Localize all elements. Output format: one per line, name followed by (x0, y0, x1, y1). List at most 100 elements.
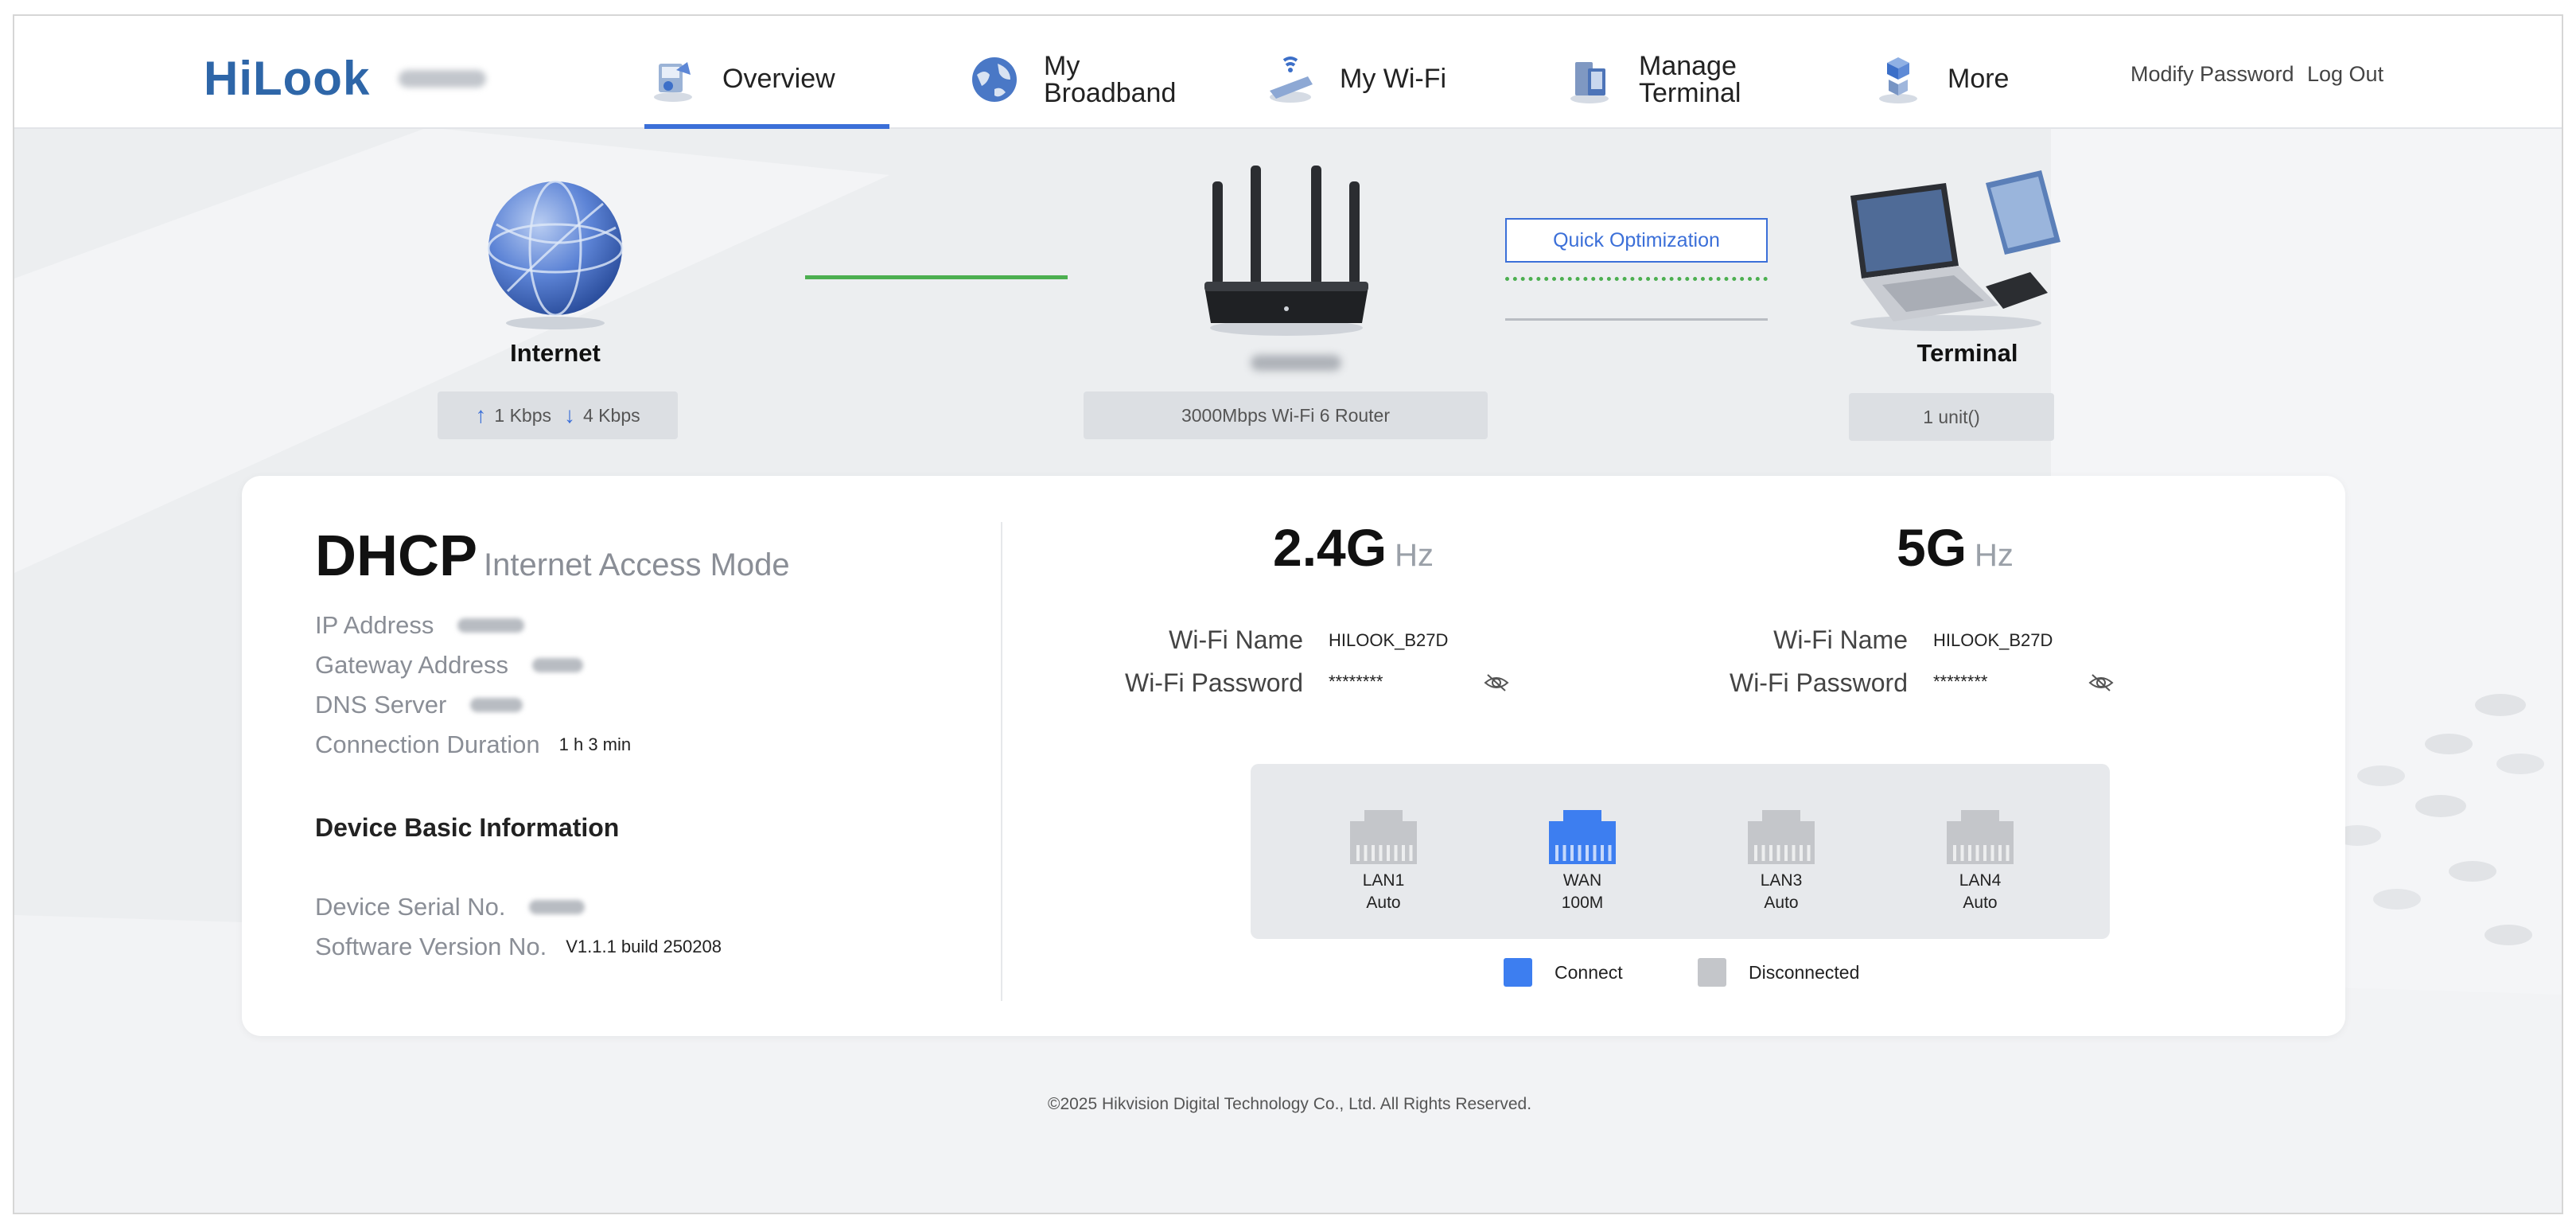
copyright-footer: ©2025 Hikvision Digital Technology Co., … (1047, 1095, 1532, 1113)
software-row: Software Version No. V1.1.1 build 250208 (315, 933, 722, 961)
download-speed: 4 Kbps (583, 404, 640, 426)
legend-disconnected-label: Disconnected (1749, 961, 1860, 983)
gateway-label: Gateway Address (315, 651, 508, 679)
connection-duration-value: 1 h 3 min (558, 734, 632, 754)
upload-speed: 1 Kbps (494, 404, 551, 426)
upload-arrow-icon: ↑ (475, 403, 487, 427)
ip-address-row: IP Address (315, 611, 525, 640)
wifi-5g-name-label: Wi-Fi Name (1773, 625, 1908, 654)
terminal-count-pill[interactable]: 1 unit() (1849, 393, 2054, 441)
wifi-router-icon (1270, 56, 1313, 103)
show-password-5g-eye-icon[interactable] (2088, 672, 2115, 694)
port-lan4: LAN4 Auto (1936, 804, 2024, 912)
connect-swatch (1504, 958, 1532, 987)
internet-router-link-line (805, 275, 1068, 279)
card-divider (1001, 522, 1002, 1001)
wan-port-name: WAN (1562, 871, 1602, 890)
port-wan: WAN 100M (1539, 804, 1626, 912)
band-5g-unit: Hz (1975, 538, 2014, 573)
device-info-title: Device Basic Information (315, 813, 620, 842)
dns-value-blurred (470, 698, 523, 712)
dns-label: DNS Server (315, 691, 447, 719)
nav-my-broadband-label: My Broadband (1044, 51, 1177, 108)
download-arrow-icon: ↓ (564, 403, 575, 427)
internet-access-mode-title: DHCP Internet Access Mode (315, 524, 790, 589)
nav-my-wifi-label: My Wi-Fi (1340, 64, 1447, 94)
nav-manage-terminal[interactable]: Manage Terminal (1561, 37, 1784, 129)
lan3-port-speed: Auto (1764, 894, 1799, 912)
wifi-24g-password-value: ******** (1329, 672, 1383, 691)
lan4-port-speed: Auto (1963, 894, 1998, 912)
wifi-24g-password-label: Wi-Fi Password (1124, 668, 1303, 697)
log-out-link[interactable]: Log Out (2307, 62, 2383, 87)
serial-value-blurred (529, 900, 586, 914)
quick-optimization-button[interactable]: Quick Optimization (1505, 218, 1768, 263)
wireless-link-dotted-line (1505, 277, 1768, 281)
logo-text: HiLook (204, 52, 371, 105)
wifi-5g-password-label: Wi-Fi Password (1729, 668, 1908, 697)
internet-speed-pill: ↑ 1 Kbps ↓ 4 Kbps (438, 391, 678, 439)
overview-info-card: DHCP Internet Access Mode IP Address Gat… (242, 476, 2345, 1036)
nav-more[interactable]: More (1870, 37, 2060, 129)
lan1-port-speed: Auto (1366, 894, 1401, 912)
lan3-port-name: LAN3 (1760, 871, 1803, 890)
access-mode-value: DHCP (315, 524, 478, 588)
dns-row: DNS Server (315, 691, 523, 719)
wifi-24g-name-value: HILOOK_B27D (1329, 630, 1449, 650)
band-24g-label: 2.4G (1273, 518, 1387, 577)
show-password-24g-eye-icon[interactable] (1483, 672, 1510, 694)
port-lan1: LAN1 Auto (1340, 804, 1427, 912)
disconnected-swatch (1698, 958, 1726, 987)
hilook-logo: HiLook (204, 51, 487, 106)
legend-connect: Connect (1504, 958, 1623, 987)
ip-address-label: IP Address (315, 611, 434, 639)
modify-password-link[interactable]: Modify Password (2130, 62, 2294, 87)
gateway-value-blurred (531, 658, 583, 672)
nav-overview-label: Overview (722, 64, 835, 94)
access-mode-caption: Internet Access Mode (484, 547, 790, 582)
gateway-row: Gateway Address (315, 651, 583, 680)
internet-globe-icon (487, 180, 624, 329)
terminal-devices-icon (1570, 62, 1609, 103)
band-24g-unit: Hz (1395, 538, 1434, 573)
ip-address-value-blurred (457, 618, 525, 633)
router-model-blurred (1251, 355, 1341, 371)
wifi-5g-name-value: HILOOK_B27D (1933, 630, 2053, 650)
internet-label: Internet (510, 339, 601, 367)
router-desc-pill: 3000Mbps Wi-Fi 6 Router (1084, 391, 1488, 439)
lan4-port-name: LAN4 (1959, 871, 2002, 890)
legend-disconnected: Disconnected (1698, 958, 1859, 987)
overview-icon (654, 62, 692, 102)
router-admin-window: HiLook Overview My Broadband My Wi-Fi Ma… (13, 14, 2563, 1214)
nav-overview[interactable]: Overview (644, 37, 889, 129)
wifi-24g-name-label: Wi-Fi Name (1169, 625, 1303, 654)
nav-manage-terminal-label: Manage Terminal (1639, 51, 1741, 108)
lan1-port-name: LAN1 (1362, 871, 1405, 890)
globe-icon (972, 57, 1017, 102)
software-label: Software Version No. (315, 933, 547, 960)
serial-label: Device Serial No. (315, 893, 506, 921)
nav-more-label: More (1948, 64, 2010, 94)
wan-port-icon (1549, 810, 1616, 864)
nav-my-wifi[interactable]: My Wi-Fi (1262, 37, 1485, 129)
connection-duration-row: Connection Duration 1 h 3 min (315, 730, 631, 759)
software-value: V1.1.1 build 250208 (566, 937, 722, 956)
serial-row: Device Serial No. (315, 893, 586, 921)
port-lan3: LAN3 Auto (1737, 804, 1825, 912)
router-model-blurred (399, 69, 487, 88)
lan1-port-icon (1350, 810, 1417, 864)
nav-my-broadband[interactable]: My Broadband (966, 37, 1189, 129)
legend-connect-label: Connect (1555, 961, 1623, 983)
router-image (1204, 166, 1368, 336)
connection-duration-label: Connection Duration (315, 730, 540, 758)
band-5g-title: 5G Hz (1897, 517, 2014, 578)
wan-port-speed: 100M (1561, 894, 1604, 912)
wired-link-line (1505, 318, 1768, 321)
ethernet-ports-panel: LAN1 Auto WAN 100M LAN3 Auto LAN4 Auto (1251, 764, 2110, 939)
more-cubes-icon (1879, 57, 1917, 103)
top-navigation-bar: HiLook Overview My Broadband My Wi-Fi Ma… (14, 16, 2562, 129)
wifi-5g-password-value: ******** (1933, 672, 1988, 691)
terminal-devices-image (1850, 170, 2060, 331)
lan3-port-icon (1748, 810, 1815, 864)
terminal-label: Terminal (1916, 339, 2018, 367)
